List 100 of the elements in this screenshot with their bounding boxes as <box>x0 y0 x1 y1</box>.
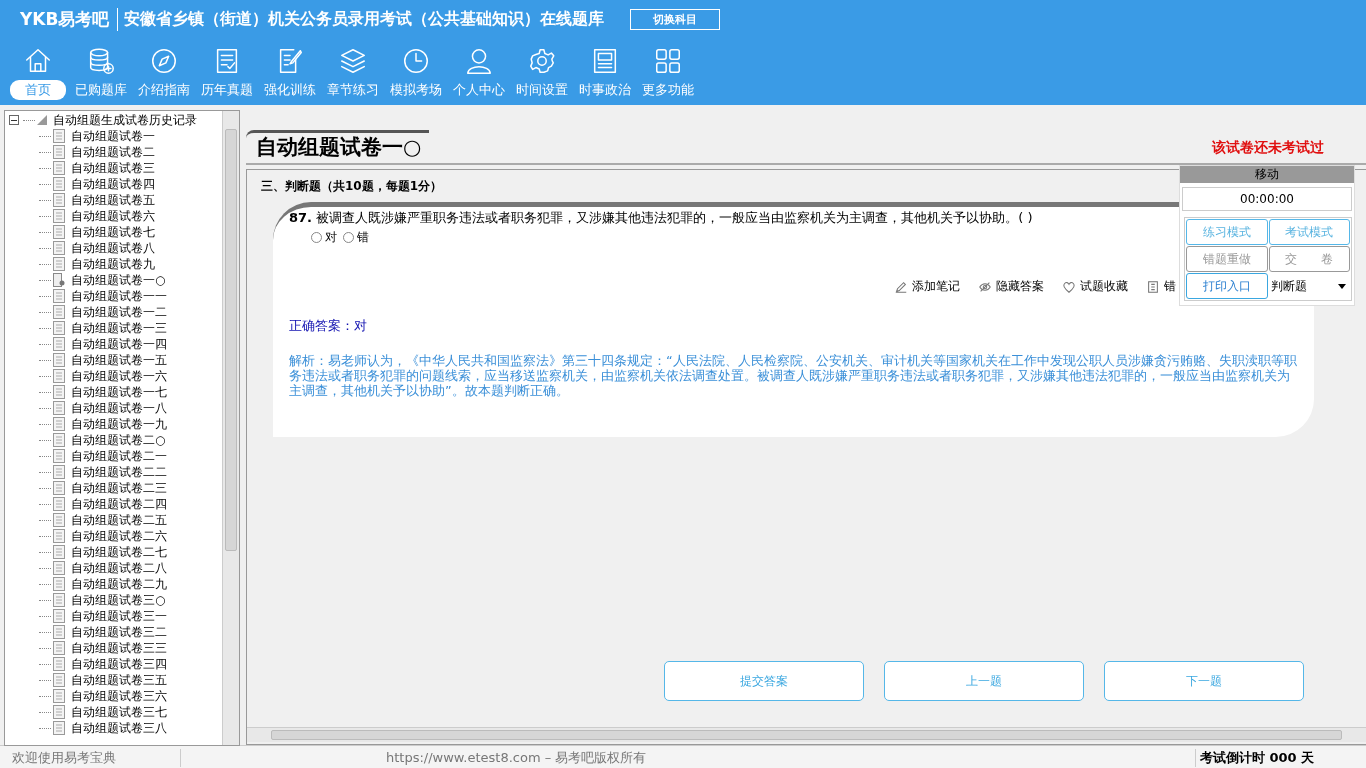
tree-item[interactable]: 自动组题试卷一一 <box>71 287 167 305</box>
tree-item[interactable]: 自动组题试卷一五 <box>71 351 167 369</box>
tree-item[interactable]: 自动组题试卷一七 <box>71 383 167 401</box>
document-icon <box>53 241 65 255</box>
tree-item[interactable]: 自动组题试卷四 <box>71 175 155 193</box>
document-icon <box>53 673 65 687</box>
tree-item[interactable]: 自动组题试卷一○ <box>71 271 166 289</box>
answer-option[interactable]: 对 <box>311 229 337 246</box>
timer: 00:00:00 <box>1182 187 1352 211</box>
document-icon <box>53 177 65 191</box>
tree-item[interactable]: 自动组题试卷一九 <box>71 415 167 433</box>
document-icon <box>53 145 65 159</box>
action-link[interactable]: 错 <box>1164 278 1176 295</box>
tree-item[interactable]: 自动组题试卷三七 <box>71 703 167 721</box>
tree-item[interactable]: 自动组题试卷三一 <box>71 607 167 625</box>
document-icon <box>53 385 65 399</box>
document-icon <box>53 401 65 415</box>
tree-item[interactable]: 自动组题试卷二三 <box>71 479 167 497</box>
document-icon <box>53 497 65 511</box>
collapse-toggle-icon[interactable] <box>9 115 19 125</box>
tree-item[interactable]: 自动组题试卷二七 <box>71 543 167 561</box>
tree-item[interactable]: 自动组题试卷二四 <box>71 495 167 513</box>
heart-icon[interactable] <box>1062 279 1076 294</box>
exam-status: 该试卷还未考试过 <box>1212 139 1324 157</box>
tree-item[interactable]: 自动组题试卷六 <box>71 207 155 225</box>
move-handle[interactable]: 移动 <box>1180 166 1354 183</box>
tree-item[interactable]: 自动组题试卷一三 <box>71 319 167 337</box>
document-icon <box>53 417 65 431</box>
question-type-dropdown[interactable]: 判断题 <box>1268 273 1350 299</box>
tree-item[interactable]: 自动组题试卷三六 <box>71 687 167 705</box>
action-link[interactable]: 隐藏答案 <box>996 278 1044 295</box>
document-icon <box>53 353 65 367</box>
layers-icon[interactable] <box>338 46 368 76</box>
document-icon <box>53 209 65 223</box>
analysis-text: 解析：易老师认为，《中华人民共和国监察法》第三十四条规定：“人民法院、人民检察院、公安机关、审计机关等国家机关在工作中发现公职人员涉嫌贪污贿赂、失职渎职等职务违法或者职务犯罪的问题线索，应当移送监察机关，由监察机关依法调查处置。被调查人既涉嫌严重职务违法或者职务犯罪，又涉嫌其他违法犯罪的，一般应当由监察机关为主调查，其他机关予以协助”。故本题判断正确。 <box>289 353 1298 398</box>
compass-icon[interactable] <box>149 46 179 76</box>
status-copyright: https://www.etest8.com – 易考吧版权所有 <box>386 748 647 767</box>
tree-item[interactable]: 自动组题试卷二○ <box>71 431 166 449</box>
settings-icon[interactable] <box>527 46 557 76</box>
document-icon <box>53 657 65 671</box>
document-icon <box>53 641 65 655</box>
scrollbar[interactable] <box>222 111 239 745</box>
document-icon <box>53 337 65 351</box>
caret-icon[interactable] <box>1338 283 1346 289</box>
tree-item[interactable]: 自动组题试卷二九 <box>71 575 167 593</box>
tree-item[interactable]: 自动组题试卷一八 <box>71 399 167 417</box>
tree-item[interactable]: 自动组题试卷二二 <box>71 463 167 481</box>
document-icon <box>53 305 65 319</box>
tree-item[interactable]: 自动组题试卷三三 <box>71 639 167 657</box>
action-link[interactable]: 添加笔记 <box>912 278 960 295</box>
app-logo: YKB易考吧 <box>20 7 119 31</box>
exam-countdown: 考试倒计时 000 天 <box>1195 748 1366 767</box>
mode-button[interactable]: 打印入口 <box>1186 273 1268 299</box>
tree-item[interactable]: 自动组题试卷二五 <box>71 511 167 529</box>
answer-option[interactable]: 错 <box>343 229 369 246</box>
document-icon <box>53 193 65 207</box>
tree-item[interactable]: 自动组题试卷三五 <box>71 671 167 689</box>
tree-item[interactable]: 自动组题试卷三 <box>71 159 155 177</box>
correct-answer: 正确答案：对 <box>289 317 368 335</box>
tree-item[interactable]: 自动组题试卷二 <box>71 143 155 161</box>
tree-item[interactable]: 自动组题试卷一六 <box>71 367 167 385</box>
document-icon <box>53 465 65 479</box>
document-icon <box>53 609 65 623</box>
action-link[interactable]: 试题收藏 <box>1080 278 1128 295</box>
document-icon <box>53 433 65 447</box>
clock-icon[interactable] <box>401 46 431 76</box>
tree-item[interactable]: 自动组题试卷九 <box>71 255 155 273</box>
user-icon[interactable] <box>464 46 494 76</box>
tree-item[interactable]: 自动组题试卷一四 <box>71 335 167 353</box>
paper-title: 自动组题试卷一○ <box>246 130 430 163</box>
document-icon <box>53 369 65 383</box>
document-icon <box>53 721 65 735</box>
document-icon <box>53 529 65 543</box>
tree-item[interactable]: 自动组题试卷三八 <box>71 719 167 737</box>
tree-item[interactable]: 自动组题试卷二六 <box>71 527 167 545</box>
book-icon[interactable] <box>1146 279 1160 294</box>
document-icon <box>53 321 65 335</box>
status-welcome: 欢迎使用易考宝典 <box>0 748 181 767</box>
tree-item[interactable]: 自动组题试卷二一 <box>71 447 167 465</box>
tree-item[interactable]: 自动组题试卷三四 <box>71 655 167 673</box>
tree-item[interactable]: 自动组题试卷一二 <box>71 303 167 321</box>
app-title: 安徽省乡镇（街道）机关公务员录用考试（公共基础知识）在线题库 <box>123 8 605 30</box>
pencil-icon[interactable] <box>894 279 908 294</box>
tree-item[interactable]: 自动组题试卷七 <box>71 223 155 241</box>
tree-item[interactable]: 自动组题试卷三○ <box>71 591 166 609</box>
tree-item[interactable]: 自动组题试卷一 <box>71 127 155 145</box>
grid-icon[interactable] <box>653 46 683 76</box>
tree-root[interactable]: 自动组题生成试卷历史记录 <box>53 111 197 129</box>
tree-item[interactable]: 自动组题试卷八 <box>71 239 155 257</box>
document-icon <box>53 449 65 463</box>
tree-item[interactable]: 自动组题试卷三二 <box>71 623 167 641</box>
scrollbar[interactable] <box>247 727 1366 742</box>
question-text: 87. 被调查人既涉嫌严重职务违法或者职务犯罪，又涉嫌其他违法犯罪的，一般应当由监察机关为主调查，其他机关予以协助。( ) <box>289 209 1034 227</box>
document-icon <box>53 289 65 303</box>
document-icon <box>53 705 65 719</box>
document-icon <box>53 257 65 271</box>
tree-item[interactable]: 自动组题试卷五 <box>71 191 155 209</box>
document-icon <box>53 577 65 591</box>
document-icon <box>53 561 65 575</box>
tree-item[interactable]: 自动组题试卷二八 <box>71 559 167 577</box>
